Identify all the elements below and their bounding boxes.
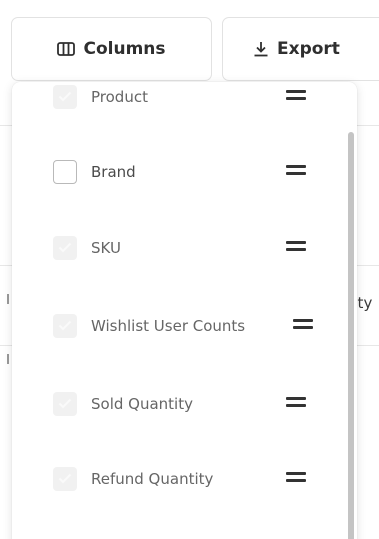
column-option-product[interactable]: Product <box>12 82 342 117</box>
column-option-sku[interactable]: SKU <box>12 228 342 268</box>
scrollbar[interactable] <box>348 132 356 539</box>
download-icon <box>253 41 269 57</box>
column-option-sold-quantity[interactable]: Sold Quantity <box>12 384 342 424</box>
column-option-brand[interactable]: Brand <box>12 152 342 192</box>
scrollbar-thumb[interactable] <box>348 132 354 539</box>
drag-handle-icon[interactable] <box>286 165 306 179</box>
checkbox-disabled <box>53 392 77 416</box>
table-edge-marker <box>7 354 9 364</box>
columns-button[interactable]: Columns <box>11 17 212 81</box>
checkbox-disabled <box>53 314 77 338</box>
drag-handle-icon[interactable] <box>286 90 306 104</box>
drag-handle-icon[interactable] <box>293 319 313 333</box>
column-option-label: SKU <box>91 239 121 257</box>
column-option-label: Sold Quantity <box>91 395 193 413</box>
column-option-label: Brand <box>91 163 136 181</box>
column-option-label: Refund Quantity <box>91 470 214 488</box>
export-button[interactable]: Export <box>222 17 379 81</box>
checkbox-disabled <box>53 467 77 491</box>
columns-menu: Product Brand SKU Wishlist User Counts S… <box>12 82 357 539</box>
checkbox-disabled <box>53 85 77 109</box>
column-option-label: Wishlist User Counts <box>91 317 246 335</box>
column-option-refund-quantity[interactable]: Refund Quantity <box>12 459 342 499</box>
column-option-wishlist-user-counts[interactable]: Wishlist User Counts <box>12 306 342 346</box>
column-option-label: Product <box>91 88 148 106</box>
page: tity Columns Export Product Brand SKU Wi… <box>0 0 379 539</box>
drag-handle-icon[interactable] <box>286 241 306 255</box>
columns-icon <box>57 42 76 56</box>
checkbox-disabled <box>53 236 77 260</box>
checkbox[interactable] <box>53 160 77 184</box>
export-button-label: Export <box>277 39 340 59</box>
columns-button-label: Columns <box>83 39 166 59</box>
drag-handle-icon[interactable] <box>286 472 306 486</box>
table-edge-marker <box>7 294 9 304</box>
drag-handle-icon[interactable] <box>286 397 306 411</box>
